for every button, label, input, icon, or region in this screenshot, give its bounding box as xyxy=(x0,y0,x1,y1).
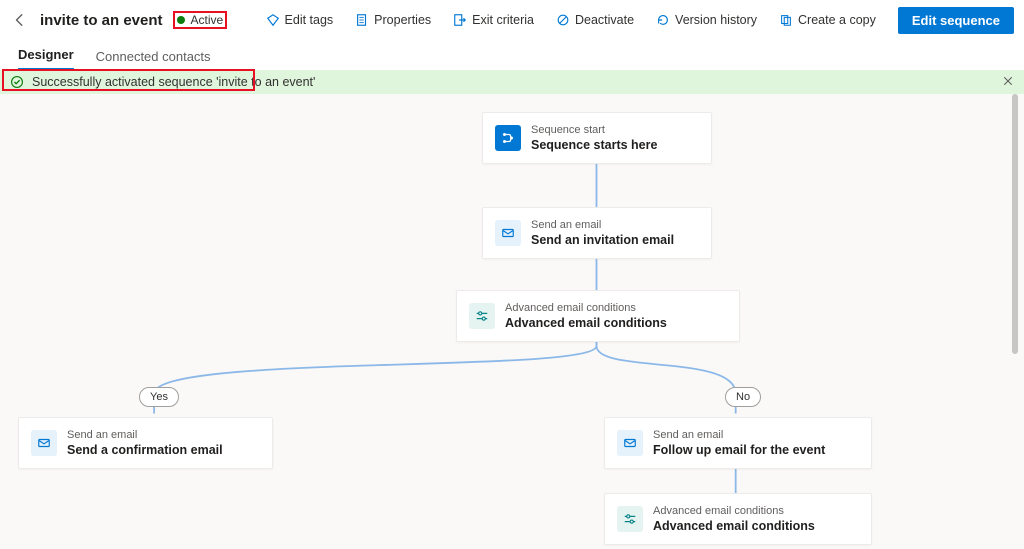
exit-criteria-button[interactable]: Exit criteria xyxy=(447,9,540,31)
node-type: Send an email xyxy=(531,218,674,232)
node-title: Send an invitation email xyxy=(531,232,674,248)
node-title: Advanced email conditions xyxy=(505,315,667,331)
check-circle-icon xyxy=(10,75,24,89)
node-type: Send an email xyxy=(653,428,825,442)
node-type: Advanced email conditions xyxy=(653,504,815,518)
create-copy-button[interactable]: Create a copy xyxy=(773,9,882,31)
start-icon xyxy=(495,125,521,151)
success-notification: Successfully activated sequence 'invite … xyxy=(0,70,1024,94)
version-history-button[interactable]: Version history xyxy=(650,9,763,31)
status-dot-icon xyxy=(177,16,185,24)
node-title: Sequence starts here xyxy=(531,137,657,153)
tab-connected-contacts[interactable]: Connected contacts xyxy=(96,49,211,70)
node-type: Send an email xyxy=(67,428,223,442)
status-chip: Active xyxy=(173,11,228,29)
branch-yes-chip: Yes xyxy=(139,387,179,407)
node-no-email[interactable]: Send an email Follow up email for the ev… xyxy=(604,417,872,469)
tag-icon xyxy=(266,13,280,27)
status-label: Active xyxy=(191,13,224,27)
node-type: Sequence start xyxy=(531,123,657,137)
properties-button[interactable]: Properties xyxy=(349,9,437,31)
node-yes-email[interactable]: Send an email Send a confirmation email xyxy=(18,417,273,469)
vertical-scrollbar[interactable] xyxy=(1012,94,1018,549)
deactivate-icon xyxy=(556,13,570,27)
edit-sequence-button[interactable]: Edit sequence xyxy=(898,7,1014,34)
scrollbar-thumb[interactable] xyxy=(1012,94,1018,354)
copy-icon xyxy=(779,13,793,27)
edit-tags-button[interactable]: Edit tags xyxy=(260,9,340,31)
page-title: invite to an event xyxy=(40,12,163,29)
email-icon xyxy=(31,430,57,456)
node-title: Follow up email for the event xyxy=(653,442,825,458)
back-button[interactable] xyxy=(10,10,30,30)
designer-canvas[interactable]: Yes No Sequence start Sequence starts he… xyxy=(0,94,1024,549)
node-advanced-conditions[interactable]: Advanced email conditions Advanced email… xyxy=(456,290,740,342)
notification-text: Successfully activated sequence 'invite … xyxy=(32,75,315,89)
node-type: Advanced email conditions xyxy=(505,301,667,315)
node-title: Send a confirmation email xyxy=(67,442,223,458)
email-icon xyxy=(495,220,521,246)
email-icon xyxy=(617,430,643,456)
node-sequence-start[interactable]: Sequence start Sequence starts here xyxy=(482,112,712,164)
conditions-icon xyxy=(469,303,495,329)
branch-no-chip: No xyxy=(725,387,761,407)
close-icon xyxy=(1002,75,1014,87)
tab-designer[interactable]: Designer xyxy=(18,47,74,70)
conditions-icon xyxy=(617,506,643,532)
deactivate-button[interactable]: Deactivate xyxy=(550,9,640,31)
node-advanced-conditions-2[interactable]: Advanced email conditions Advanced email… xyxy=(604,493,872,545)
node-title: Advanced email conditions xyxy=(653,518,815,534)
node-email-invitation[interactable]: Send an email Send an invitation email xyxy=(482,207,712,259)
exit-icon xyxy=(453,13,467,27)
history-icon xyxy=(656,13,670,27)
document-icon xyxy=(355,13,369,27)
notification-close-button[interactable] xyxy=(1002,74,1014,90)
